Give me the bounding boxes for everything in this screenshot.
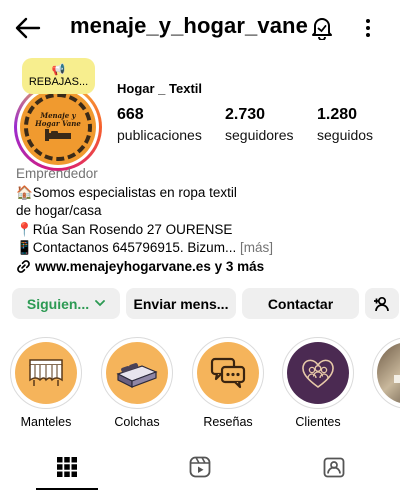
stat-following[interactable]: 1.280 seguidos — [317, 106, 373, 143]
notifications-button[interactable] — [306, 12, 338, 44]
tablecloth-icon — [29, 359, 63, 386]
stat-followers-count: 2.730 — [225, 106, 266, 123]
megaphone-icon: 📢 — [51, 63, 66, 76]
avatar-logo: Menaje y Hogar Vane — [20, 89, 96, 165]
highlight-label: Clientes — [295, 415, 341, 429]
highlight-partial[interactable]: E — [370, 337, 400, 429]
profile-action-buttons: Siguien... Enviar mens... Contactar — [12, 288, 399, 319]
highlight-label: Colchas — [114, 415, 160, 429]
bio-line: 🏠Somos especialistas en ropa textil — [16, 184, 237, 200]
stat-posts[interactable]: 668 publicaciones — [117, 106, 202, 143]
link-icon — [17, 260, 30, 274]
highlight-label: E — [370, 415, 400, 429]
tab-reels[interactable] — [186, 453, 214, 481]
profile-bio: Emprendedor 🏠Somos especialistas en ropa… — [16, 165, 386, 276]
profile-content-tabs — [0, 445, 400, 491]
bio-website-link[interactable]: www.menajeyhogarvane.es y 3 más — [16, 258, 386, 277]
bio-line: 📍Rúa San Rosendo 27 OURENSE — [16, 221, 233, 237]
website-link-text: www.menajeyhogarvane.es y 3 más — [35, 258, 265, 274]
active-tab-indicator — [36, 488, 98, 490]
stat-followers[interactable]: 2.730 seguidores — [225, 106, 294, 143]
grid-icon — [57, 457, 77, 477]
note-text: REBAJAS... — [28, 76, 89, 88]
photo-thumbnail — [394, 375, 400, 383]
tab-tagged[interactable] — [320, 453, 348, 481]
highlight-label: Manteles — [20, 415, 72, 429]
bed-icon — [45, 129, 71, 142]
more-vertical-icon — [366, 19, 370, 37]
chevron-down-icon — [95, 300, 106, 307]
stat-followers-label: seguidores — [225, 127, 294, 143]
stat-following-count: 1.280 — [317, 106, 358, 123]
tab-grid[interactable] — [53, 453, 81, 481]
bio-line: de hogar/casa — [16, 203, 102, 218]
stat-following-label: seguidos — [317, 127, 374, 143]
reviews-chat-icon — [210, 357, 246, 389]
bedspread-icon — [116, 363, 158, 388]
reels-icon — [189, 456, 211, 478]
more-options-button[interactable] — [356, 12, 380, 44]
bell-icon — [312, 18, 332, 40]
contact-button[interactable]: Contactar — [242, 288, 359, 319]
following-button[interactable]: Siguien... — [12, 288, 120, 319]
stat-posts-count: 668 — [117, 106, 144, 123]
back-arrow-icon — [15, 17, 41, 39]
profile-header: menaje_y_hogar_vane — [0, 0, 400, 56]
back-button[interactable] — [12, 12, 44, 44]
following-button-label: Siguien... — [26, 295, 90, 312]
bio-more-link[interactable]: [más] — [240, 240, 273, 255]
customers-heart-icon — [302, 359, 334, 388]
profile-display-name: Hogar _ Textil — [117, 81, 203, 96]
tagged-icon — [323, 457, 345, 478]
bio-line-with-more: 📱Contactanos 645796915. Bizum... [más] — [16, 239, 386, 258]
message-button[interactable]: Enviar mens... — [126, 288, 236, 319]
profile-category: Emprendedor — [16, 166, 98, 181]
bio-line: 📱Contactanos 645796915. Bizum... — [16, 240, 237, 255]
profile-note[interactable]: 📢 REBAJAS... — [22, 58, 95, 94]
profile-username: menaje_y_hogar_vane — [70, 13, 308, 38]
stat-posts-label: publicaciones — [117, 127, 202, 143]
highlight-colchas[interactable]: Colchas — [99, 337, 175, 429]
profile-avatar[interactable]: Menaje y Hogar Vane — [14, 83, 102, 171]
suggested-people-button[interactable] — [365, 288, 399, 319]
highlight-clientes[interactable]: Clientes — [280, 337, 356, 429]
avatar-logo-text: Menaje y Hogar Vane — [35, 110, 81, 128]
story-highlights: Manteles Colchas Reseñas Clientes E — [0, 337, 400, 437]
highlight-label: Reseñas — [203, 415, 253, 429]
highlight-resenas[interactable]: Reseñas — [190, 337, 266, 429]
add-person-icon — [374, 296, 389, 311]
highlight-manteles[interactable]: Manteles — [8, 337, 84, 429]
